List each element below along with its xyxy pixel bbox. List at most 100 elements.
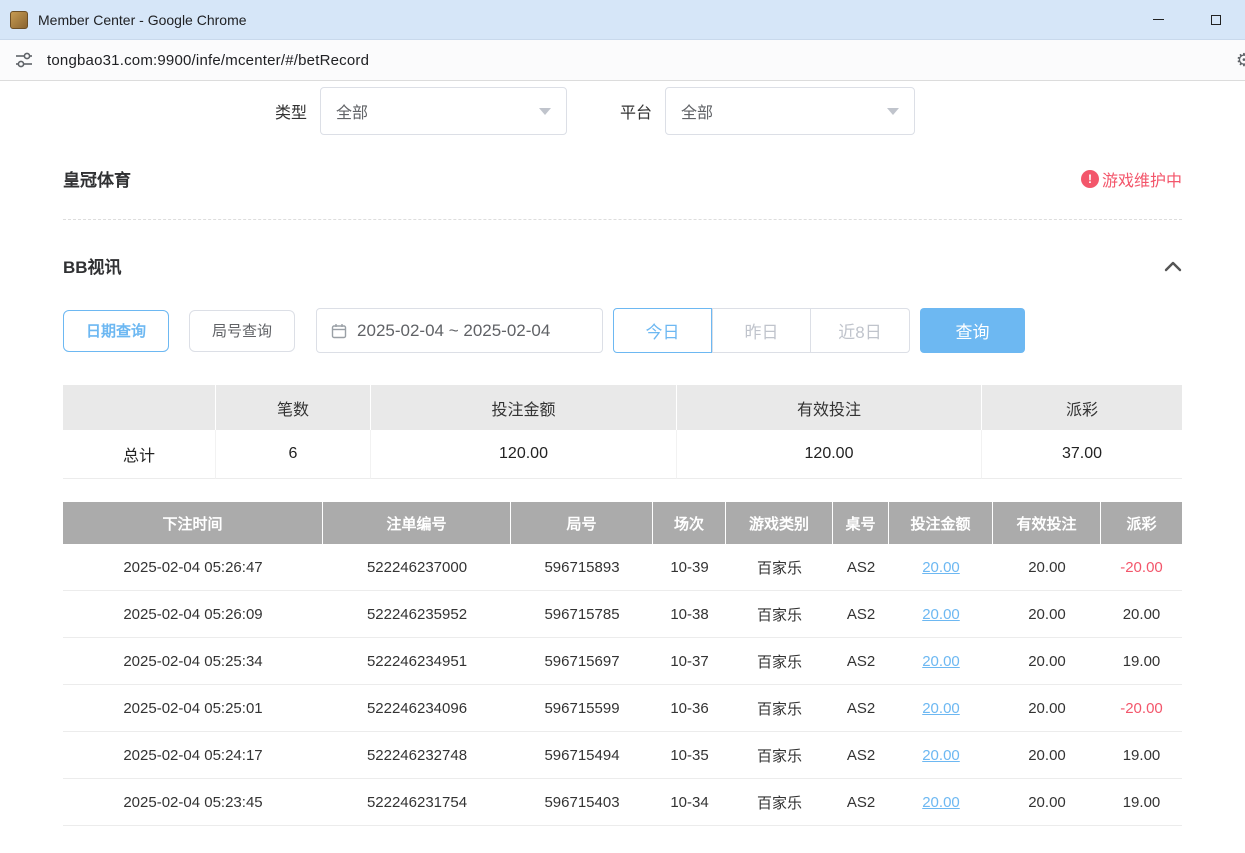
header-bet-time: 下注时间 bbox=[63, 502, 323, 544]
query-bar: 日期查询 局号查询 2025-02-04 ~ 2025-02-04 今日 昨日 … bbox=[63, 308, 1182, 353]
type-filter-label: 类型 bbox=[275, 99, 307, 123]
address-bar[interactable]: tongbao31.com:9900/infe/mcenter/#/betRec… bbox=[0, 40, 1245, 81]
table-row: 2025-02-04 05:25:01 522246234096 5967155… bbox=[63, 685, 1182, 732]
game-type: 百家乐 bbox=[726, 591, 833, 638]
payout-cell: 19.00 bbox=[1101, 732, 1182, 779]
order-id: 522246237000 bbox=[323, 544, 511, 591]
payout-cell: 19.00 bbox=[1101, 779, 1182, 826]
section-divider bbox=[63, 219, 1182, 220]
order-id: 522246234951 bbox=[323, 638, 511, 685]
table-row: 2025-02-04 05:25:34 522246234951 5967156… bbox=[63, 638, 1182, 685]
header-session: 场次 bbox=[653, 502, 726, 544]
platform-select[interactable]: 全部 bbox=[665, 87, 915, 135]
bet-time: 2025-02-04 05:26:09 bbox=[63, 591, 323, 638]
minimize-icon bbox=[1153, 19, 1164, 20]
bet-amount-link[interactable]: 20.00 bbox=[889, 544, 993, 591]
table-no: AS2 bbox=[833, 732, 889, 779]
bb-video-section-header: BB视讯 bbox=[63, 253, 1182, 278]
last-8-days-button[interactable]: 近8日 bbox=[811, 308, 910, 353]
crown-sports-section-header: 皇冠体育 ! 游戏维护中 bbox=[63, 166, 1182, 191]
round-id: 596715893 bbox=[511, 544, 653, 591]
table-row: 2025-02-04 05:24:17 522246232748 5967154… bbox=[63, 732, 1182, 779]
settings-gear-icon[interactable]: ⚙ bbox=[1236, 50, 1245, 71]
date-range-value: 2025-02-04 ~ 2025-02-04 bbox=[357, 321, 550, 341]
bet-time: 2025-02-04 05:25:34 bbox=[63, 638, 323, 685]
bet-amount-link[interactable]: 20.00 bbox=[889, 685, 993, 732]
table-no: AS2 bbox=[833, 779, 889, 826]
bet-time: 2025-02-04 05:25:01 bbox=[63, 685, 323, 732]
window-titlebar: Member Center - Google Chrome bbox=[0, 0, 1245, 40]
bet-amount-link[interactable]: 20.00 bbox=[889, 638, 993, 685]
chevron-up-icon[interactable] bbox=[1164, 260, 1182, 272]
bet-amount-link[interactable]: 20.00 bbox=[889, 779, 993, 826]
date-query-tab[interactable]: 日期查询 bbox=[63, 310, 169, 352]
chevron-down-icon bbox=[887, 108, 899, 115]
valid-bet: 20.00 bbox=[993, 779, 1101, 826]
header-order-id: 注单编号 bbox=[323, 502, 511, 544]
search-button[interactable]: 查询 bbox=[920, 308, 1025, 353]
order-id: 522246235952 bbox=[323, 591, 511, 638]
table-no: AS2 bbox=[833, 685, 889, 732]
round-id: 596715403 bbox=[511, 779, 653, 826]
window-favicon bbox=[10, 11, 28, 29]
order-id: 522246231754 bbox=[323, 779, 511, 826]
warning-icon: ! bbox=[1081, 170, 1099, 188]
round-id: 596715494 bbox=[511, 732, 653, 779]
summary-header-payout: 派彩 bbox=[982, 385, 1182, 430]
yesterday-button[interactable]: 昨日 bbox=[712, 308, 811, 353]
valid-bet: 20.00 bbox=[993, 591, 1101, 638]
summary-count-value: 6 bbox=[216, 430, 371, 479]
bet-time: 2025-02-04 05:26:47 bbox=[63, 544, 323, 591]
round-query-tab[interactable]: 局号查询 bbox=[189, 310, 295, 352]
valid-bet: 20.00 bbox=[993, 638, 1101, 685]
session: 10-35 bbox=[653, 732, 726, 779]
today-button[interactable]: 今日 bbox=[613, 308, 712, 353]
session: 10-39 bbox=[653, 544, 726, 591]
order-id: 522246232748 bbox=[323, 732, 511, 779]
summary-header-row: 笔数 投注金额 有效投注 派彩 bbox=[63, 385, 1182, 430]
bet-amount-link[interactable]: 20.00 bbox=[889, 591, 993, 638]
bet-amount-link[interactable]: 20.00 bbox=[889, 732, 993, 779]
date-range-picker[interactable]: 2025-02-04 ~ 2025-02-04 bbox=[316, 308, 603, 353]
session: 10-36 bbox=[653, 685, 726, 732]
valid-bet: 20.00 bbox=[993, 685, 1101, 732]
bet-record-table: 下注时间 注单编号 局号 场次 游戏类别 桌号 投注金额 有效投注 派彩 202… bbox=[63, 502, 1182, 826]
maximize-button[interactable] bbox=[1187, 0, 1245, 40]
game-type: 百家乐 bbox=[726, 732, 833, 779]
platform-select-value: 全部 bbox=[681, 99, 887, 123]
calendar-icon bbox=[331, 323, 347, 339]
summary-bet-amount-value: 120.00 bbox=[371, 430, 677, 479]
game-type: 百家乐 bbox=[726, 685, 833, 732]
table-row: 2025-02-04 05:23:45 522246231754 5967154… bbox=[63, 779, 1182, 826]
order-id: 522246234096 bbox=[323, 685, 511, 732]
summary-header-valid-bet: 有效投注 bbox=[677, 385, 982, 430]
header-game-type: 游戏类别 bbox=[726, 502, 833, 544]
summary-header-bet-amount: 投注金额 bbox=[371, 385, 677, 430]
header-bet-amount: 投注金额 bbox=[889, 502, 993, 544]
summary-total-row: 总计 6 120.00 120.00 37.00 bbox=[63, 430, 1182, 479]
minimize-button[interactable] bbox=[1129, 0, 1187, 40]
summary-header-blank bbox=[63, 385, 216, 430]
summary-payout-value: 37.00 bbox=[982, 430, 1182, 479]
valid-bet: 20.00 bbox=[993, 732, 1101, 779]
url-text[interactable]: tongbao31.com:9900/infe/mcenter/#/betRec… bbox=[47, 52, 369, 69]
summary-valid-bet-value: 120.00 bbox=[677, 430, 982, 479]
table-row: 2025-02-04 05:26:47 522246237000 5967158… bbox=[63, 544, 1182, 591]
game-type: 百家乐 bbox=[726, 544, 833, 591]
bet-table-header-row: 下注时间 注单编号 局号 场次 游戏类别 桌号 投注金额 有效投注 派彩 bbox=[63, 502, 1182, 544]
summary-header-count: 笔数 bbox=[216, 385, 371, 430]
header-table-no: 桌号 bbox=[833, 502, 889, 544]
bet-time: 2025-02-04 05:24:17 bbox=[63, 732, 323, 779]
type-select[interactable]: 全部 bbox=[320, 87, 567, 135]
header-payout: 派彩 bbox=[1101, 502, 1182, 544]
valid-bet: 20.00 bbox=[993, 544, 1101, 591]
header-round-id: 局号 bbox=[511, 502, 653, 544]
site-settings-icon[interactable] bbox=[14, 50, 34, 70]
summary-total-label: 总计 bbox=[63, 430, 216, 479]
table-no: AS2 bbox=[833, 638, 889, 685]
bet-time: 2025-02-04 05:23:45 bbox=[63, 779, 323, 826]
game-type: 百家乐 bbox=[726, 779, 833, 826]
crown-sports-title: 皇冠体育 bbox=[63, 166, 131, 191]
filter-row: 类型 全部 平台 全部 bbox=[275, 87, 1182, 135]
game-type: 百家乐 bbox=[726, 638, 833, 685]
